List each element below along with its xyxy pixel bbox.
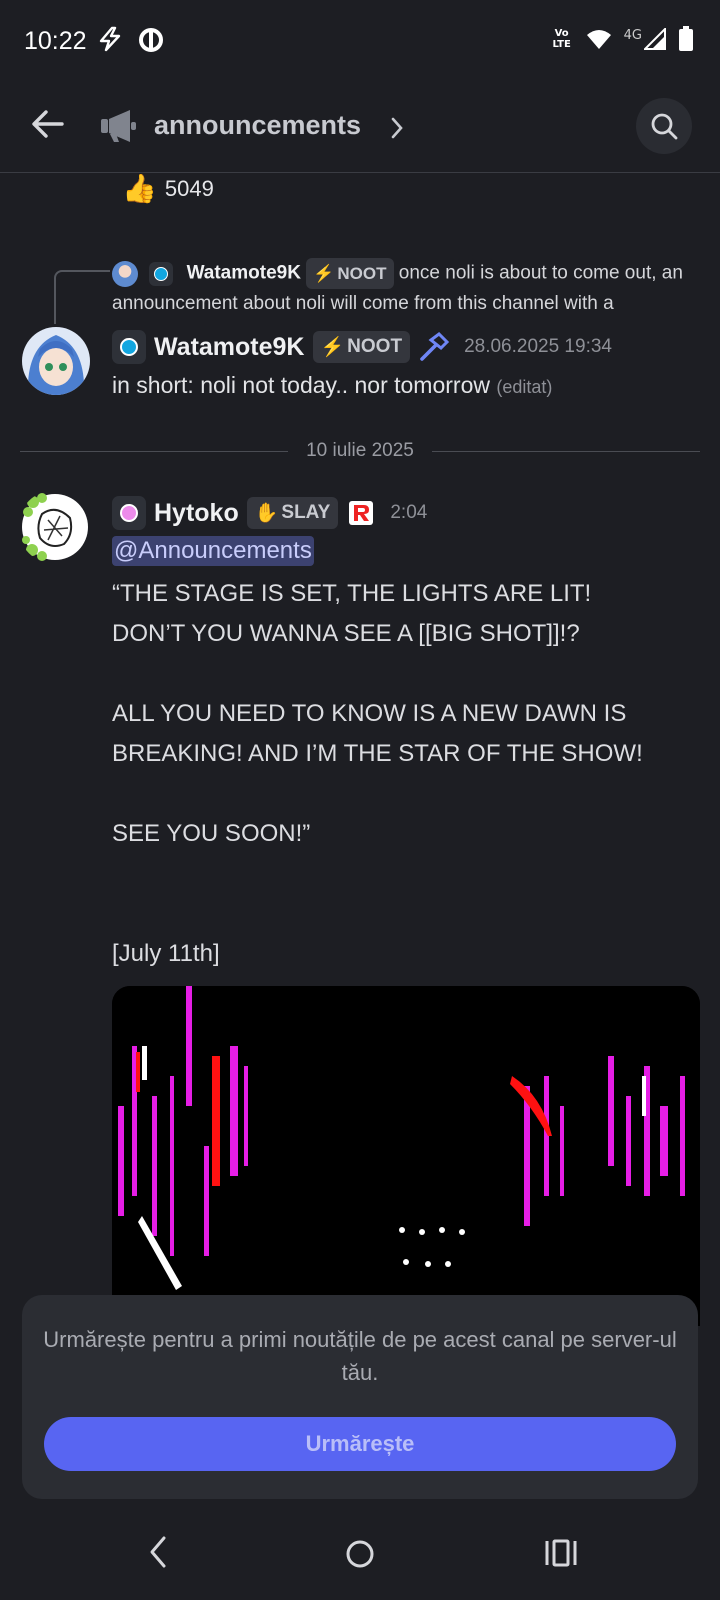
reply-connector [54, 270, 110, 324]
announcement-channel-icon [101, 110, 136, 142]
role-mention[interactable]: @Announcements [112, 536, 314, 566]
flash-icon [99, 26, 120, 52]
system-navigation-bar [0, 1512, 720, 1600]
chevron-right-icon[interactable] [388, 116, 406, 140]
roblox-icon [349, 501, 374, 525]
reply-avatar [112, 260, 138, 287]
hammer-icon [420, 332, 450, 361]
message-body: in short: noli not today.. nor tomorrow [112, 372, 490, 398]
wifi-icon [586, 30, 611, 49]
lightning-icon: ⚡ [313, 264, 335, 283]
mention-line: @Announcements [112, 536, 314, 566]
nav-recents-icon[interactable] [544, 1538, 578, 1568]
nav-home-icon[interactable] [344, 1538, 376, 1570]
app-status-icon [139, 28, 164, 52]
server-tag: ⚡ NOOT [312, 331, 411, 363]
battery-icon [679, 26, 693, 51]
date-label: 10 iulie 2025 [306, 440, 414, 461]
search-button[interactable] [636, 98, 692, 154]
follow-description: Urmărește pentru a primi noutățile de pe… [43, 1327, 677, 1385]
date-divider: 10 iulie 2025 [20, 440, 700, 464]
message-header: Watamote9K ⚡ NOOT 28.06.2025 19:34 [112, 330, 612, 364]
avatar-image [22, 327, 90, 395]
server-tag: ✋ SLAY [246, 497, 339, 529]
message-body: “THE STAGE IS SET, THE LIGHTS ARE LIT! D… [112, 580, 643, 967]
network-type: 4G [623, 28, 642, 43]
reply-username[interactable]: Watamote9K [187, 263, 301, 284]
search-icon [651, 113, 678, 140]
channel-title[interactable]: announcements [154, 110, 361, 141]
image-attachment[interactable] [112, 986, 700, 1326]
status-time: 10:22 [24, 26, 164, 56]
role-icon [149, 261, 174, 286]
reply-preview[interactable]: Watamote9K ⚡ NOOT once noli is about to c… [112, 258, 702, 318]
clock: 10:22 [24, 27, 87, 55]
status-icons: Vo LTE 4G [550, 26, 694, 52]
message-header: Hytoko ✋ SLAY 2:04 [112, 496, 427, 530]
role-icon [112, 330, 146, 364]
reaction-count: 5049 [164, 175, 214, 201]
follow-button[interactable]: Urmărește [44, 1417, 676, 1471]
channel-header: announcements [0, 80, 720, 173]
thumbs-up-icon: 👍 [122, 172, 157, 205]
nav-back-icon[interactable] [146, 1534, 170, 1570]
avatar-watamote9k[interactable] [22, 327, 90, 395]
attachment-image [112, 986, 700, 1326]
server-tag: ⚡ NOOT [306, 258, 394, 289]
volte-icon: Vo LTE [552, 28, 571, 50]
back-button[interactable] [26, 102, 70, 146]
signal-icon [644, 28, 666, 50]
slay-tag-icon: ✋ [254, 503, 279, 524]
avatar-hytoko[interactable] [18, 490, 92, 564]
role-icon [112, 496, 146, 530]
follow-channel-card: Urmărește pentru a primi noutățile de pe… [22, 1295, 698, 1499]
timestamp: 2:04 [390, 502, 428, 523]
reaction-chip[interactable]: 👍 5049 [122, 172, 214, 205]
username[interactable]: Hytoko [154, 499, 239, 528]
username[interactable]: Watamote9K [154, 333, 305, 362]
message-text: in short: noli not today.. nor tomorrow … [112, 372, 552, 399]
lightning-icon: ⚡ [320, 337, 345, 358]
edited-label: (editat) [496, 377, 553, 397]
timestamp: 28.06.2025 19:34 [464, 336, 612, 357]
avatar-image [22, 493, 88, 561]
arrow-left-icon [32, 110, 64, 138]
